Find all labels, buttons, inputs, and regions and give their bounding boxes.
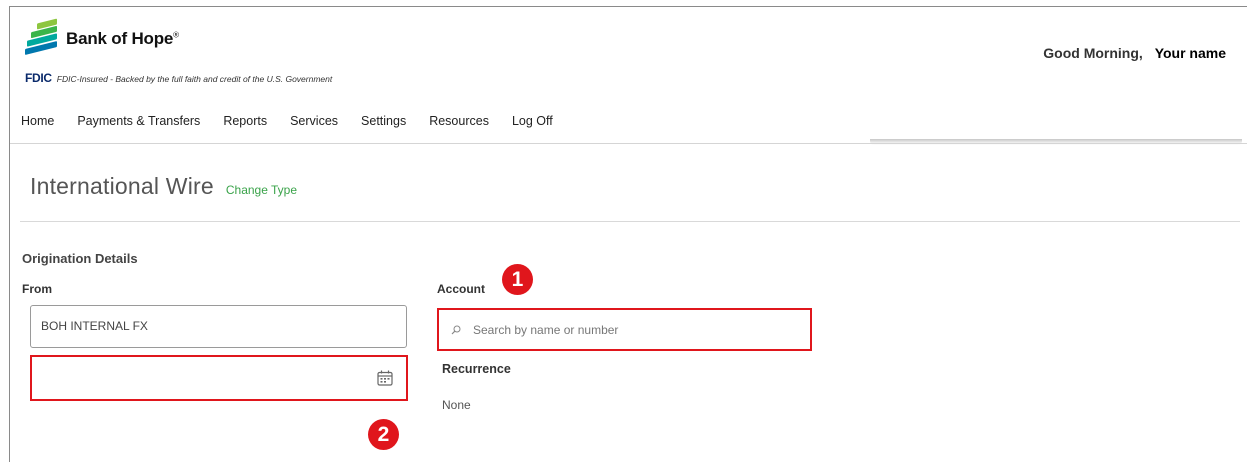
nav-reports[interactable]: Reports <box>223 114 267 128</box>
bank-logo-mark <box>25 18 59 55</box>
from-field[interactable]: BOH INTERNAL FX <box>30 305 407 348</box>
account-label: Account <box>437 282 485 296</box>
nav-settings[interactable]: Settings <box>361 114 406 128</box>
page-title: International Wire <box>30 173 214 199</box>
nav-services[interactable]: Services <box>290 114 338 128</box>
nav-dropdown-shadow <box>870 139 1242 145</box>
from-label: From <box>22 282 52 296</box>
search-icon <box>451 325 461 334</box>
fdic-notice: FDIC FDIC-Insured - Backed by the full f… <box>25 71 332 85</box>
nav-log-off[interactable]: Log Off <box>512 114 553 128</box>
title-divider <box>20 221 1240 222</box>
nav-home[interactable]: Home <box>21 114 54 128</box>
bank-logo[interactable]: Bank of Hope® <box>25 18 179 55</box>
account-search-placeholder: Search by name or number <box>473 322 619 337</box>
fdic-text: FDIC-Insured - Backed by the full faith … <box>56 74 333 84</box>
nav-divider <box>10 143 1247 144</box>
account-search-input[interactable]: Search by name or number <box>437 308 812 351</box>
user-greeting: Good Morning, Your name <box>1043 45 1226 61</box>
fdic-logo: FDIC <box>25 71 52 85</box>
calendar-icon[interactable] <box>376 369 394 387</box>
origination-details-heading: Origination Details <box>22 251 138 266</box>
date-field[interactable] <box>30 355 408 401</box>
bank-name: Bank of Hope® <box>66 28 179 48</box>
greeting-text: Good Morning, <box>1043 45 1143 61</box>
change-type-link[interactable]: Change Type <box>226 183 297 197</box>
callout-marker-2: 2 <box>368 419 399 450</box>
callout-marker-1: 1 <box>502 264 533 295</box>
main-nav: Home Payments & Transfers Reports Servic… <box>21 114 576 128</box>
nav-payments-transfers[interactable]: Payments & Transfers <box>77 114 200 128</box>
user-name: Your name <box>1154 45 1226 61</box>
recurrence-label: Recurrence <box>442 362 511 376</box>
page-header: International Wire Change Type <box>30 173 297 200</box>
recurrence-value[interactable]: None <box>442 398 471 412</box>
nav-resources[interactable]: Resources <box>429 114 489 128</box>
